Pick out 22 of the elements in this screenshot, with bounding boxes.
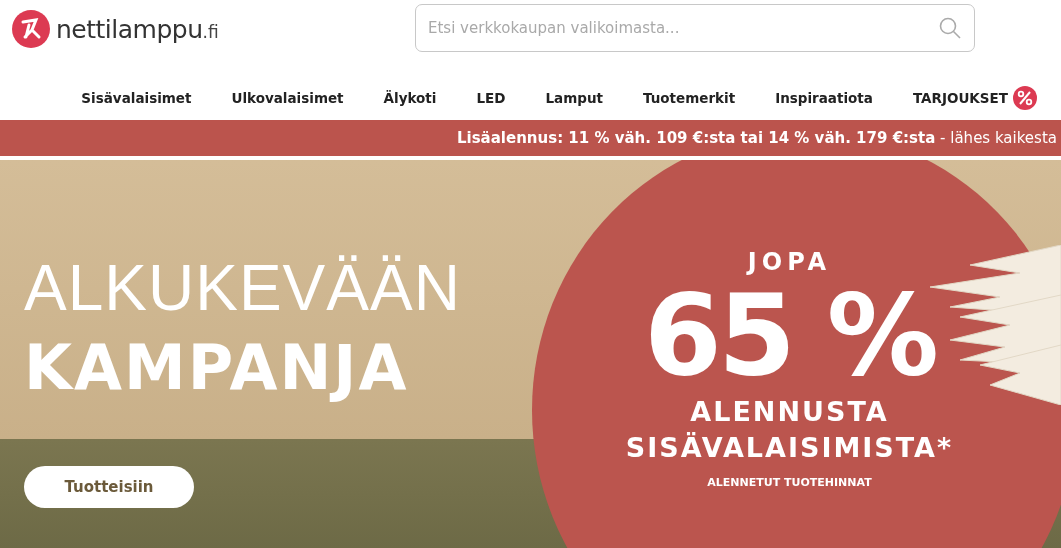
discount-figure: 65 % (643, 276, 936, 394)
logo-text[interactable]: nettilamppu.fi (56, 14, 219, 44)
logo-icon (12, 10, 50, 48)
nav-link[interactable]: TARJOUKSET (912, 86, 1037, 110)
promo-text: Lisäalennus: 11 % väh. 109 €:sta tai 14 % väh. 179 €:sta - lähes kaikesta (457, 129, 1058, 147)
discount-text: SISÄVALAISIMISTA* (625, 431, 954, 465)
nav-link[interactable]: Lamput (545, 90, 603, 106)
hero-title: KAMPANJA (24, 330, 409, 406)
discount-note: ALENNETUT TUOTEHINNAT (707, 476, 872, 489)
nav-link[interactable]: Älykoti (383, 90, 437, 106)
products-button[interactable]: Tuotteisiin (24, 466, 194, 508)
percent-badge-icon (1013, 86, 1037, 110)
nav-link[interactable]: Inspiraatiota (775, 90, 873, 106)
search-field[interactable]: Etsi verkkokaupan valikoimasta... (415, 4, 975, 52)
nav-link[interactable]: LED (476, 90, 506, 106)
nav-link[interactable]: Sisävalaisimet (81, 90, 192, 106)
hero-title: ALKUKEVÄÄN (24, 251, 461, 326)
search-icon[interactable] (939, 17, 961, 39)
nav-link[interactable]: Tuotemerkit (642, 90, 736, 106)
nav-link[interactable]: Ulkovalaisimet (231, 90, 344, 106)
discount-text: ALENNUSTA (690, 395, 889, 429)
discount-lead: JOPA (747, 248, 832, 276)
